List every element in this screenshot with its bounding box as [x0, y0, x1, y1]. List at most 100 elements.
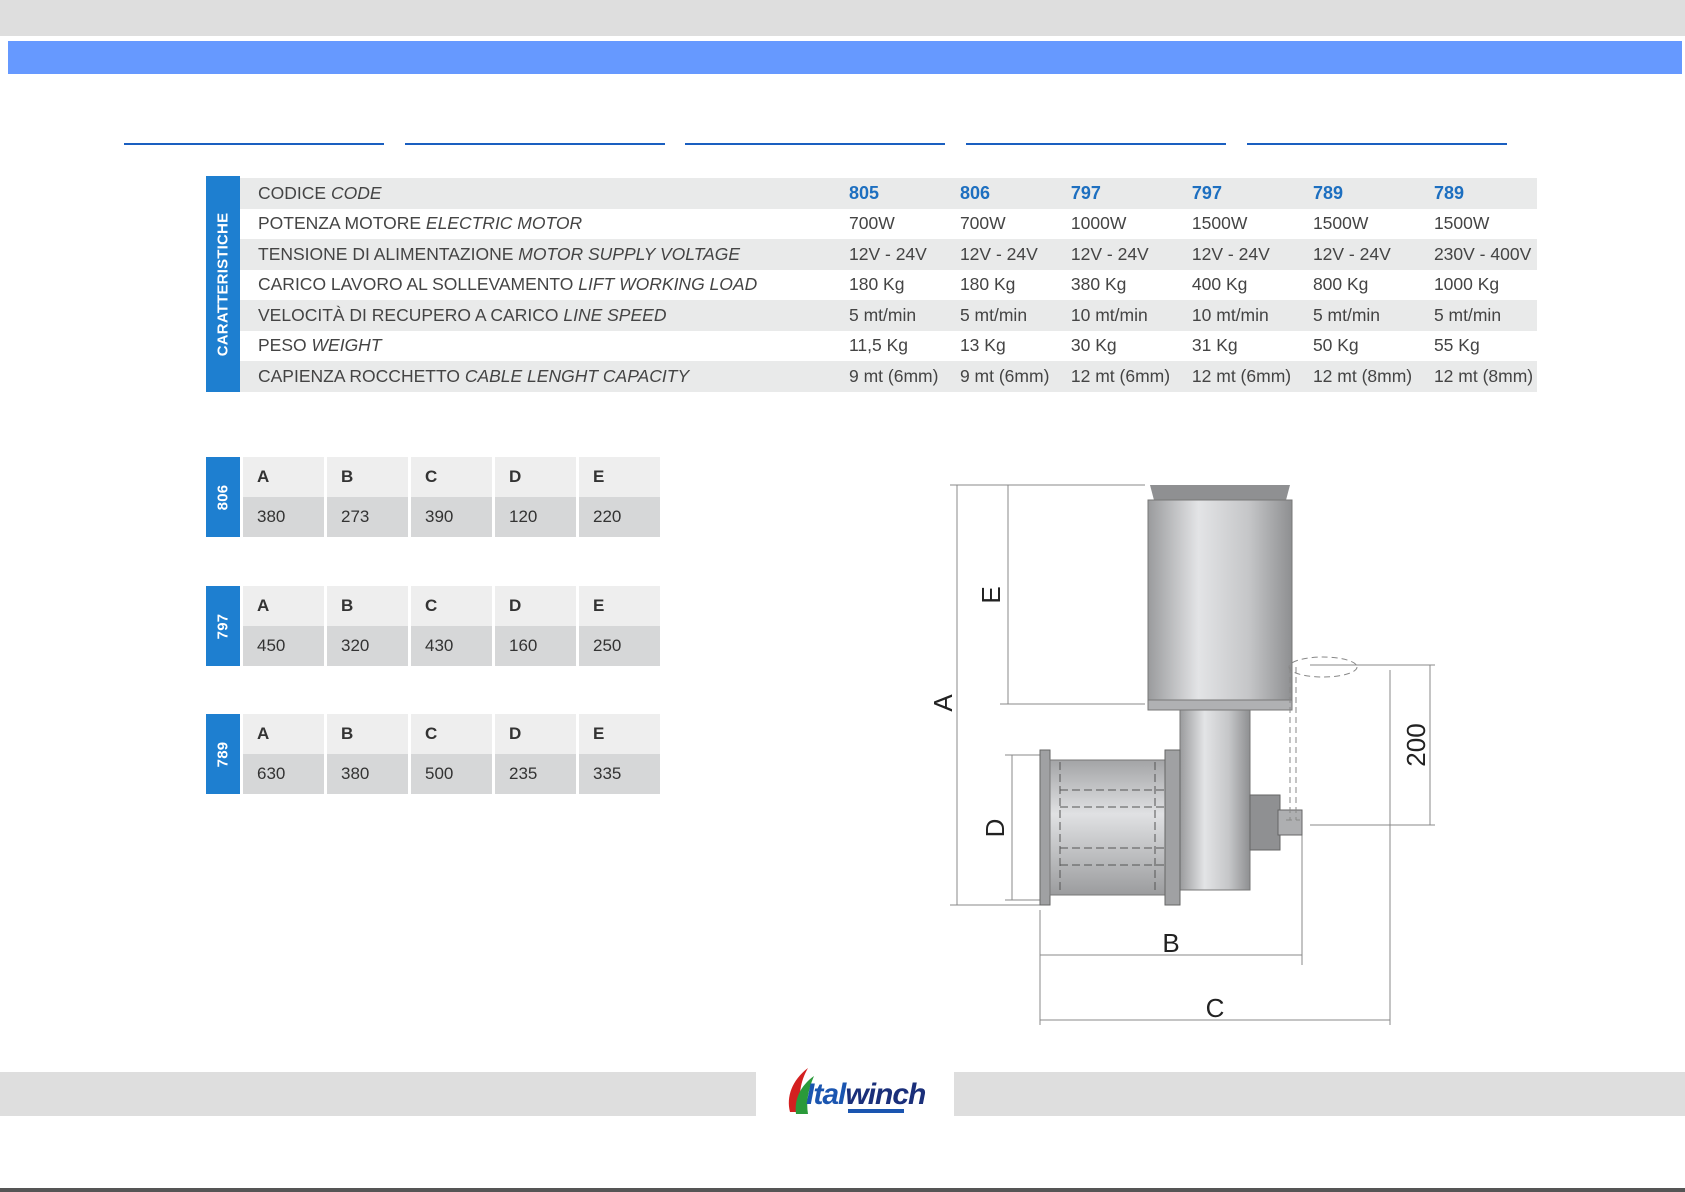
spec-row-label: VELOCITÀ DI RECUPERO A CARICO LINE SPEED	[240, 300, 831, 331]
spec-value-cell: 12 mt (6mm)	[1052, 361, 1174, 392]
dim-header-cell: B	[327, 586, 408, 626]
dim-table-model-label: 797	[206, 586, 240, 666]
dim-label-c: C	[1206, 993, 1225, 1023]
spec-code-cell: 797	[1052, 178, 1174, 209]
spec-label-en: LINE SPEED	[563, 304, 667, 325]
spec-value-cell: 10 mt/min	[1052, 300, 1174, 331]
dim-value-cell: 380	[243, 497, 324, 537]
dim-header-row: ABCDE	[243, 586, 660, 626]
footer-left-bar	[0, 1072, 756, 1116]
gearbox-column	[1179, 709, 1251, 891]
dim-header-cell: E	[579, 586, 660, 626]
tab-underline-1[interactable]	[124, 143, 384, 145]
dim-value-cell: 380	[327, 754, 408, 794]
dim-header-cell: E	[579, 714, 660, 754]
spec-value-cell: 55 Kg	[1415, 330, 1537, 361]
spec-value-cell: 1500W	[1415, 208, 1537, 239]
spec-row: CARICO LAVORO AL SOLLEVAMENTO LIFT WORKI…	[240, 269, 1537, 300]
spec-row: TENSIONE DI ALIMENTAZIONE MOTOR SUPPLY V…	[240, 239, 1537, 270]
spec-side-label-text: CARATTERISTICHE	[214, 212, 232, 356]
spec-side-label: CARATTERISTICHE	[206, 176, 240, 392]
spec-value-cell: 1500W	[1173, 208, 1295, 239]
dim-value-cell: 450	[243, 626, 324, 666]
tab-underline-3[interactable]	[685, 143, 945, 145]
spec-value-cell: 9 mt (6mm)	[831, 361, 942, 392]
spec-value-cell: 1500W	[1294, 208, 1416, 239]
spec-code-cell: 805	[831, 178, 942, 209]
output-shaft	[1277, 809, 1303, 836]
spec-value-cell: 800 Kg	[1294, 269, 1416, 300]
spec-label-it: POTENZA MOTORE	[258, 213, 422, 234]
spec-row: POTENZA MOTORE ELECTRIC MOTOR 700W 700W 100…	[240, 208, 1537, 239]
dim-value-cell: 220	[579, 497, 660, 537]
dim-header-cell: A	[243, 586, 324, 626]
spec-value-cell: 380 Kg	[1052, 269, 1174, 300]
spec-label-it: CAPIENZA ROCCHETTO	[258, 365, 460, 386]
spec-row: PESO WEIGHT 11,5 Kg 13 Kg 30 Kg 31 Kg 50 Kg 55…	[240, 330, 1537, 361]
spec-code-cell: 806	[941, 178, 1053, 209]
dim-header-cell: E	[579, 457, 660, 497]
spec-value-cell: 31 Kg	[1173, 330, 1295, 361]
spec-value-cell: 12V - 24V	[1294, 239, 1416, 270]
dim-header-cell: A	[243, 714, 324, 754]
dim-header-cell: C	[411, 586, 492, 626]
dim-value-cell: 500	[411, 754, 492, 794]
motor-body	[1147, 485, 1293, 711]
spec-value-cell: 12V - 24V	[1052, 239, 1174, 270]
dim-value-row: 450 320 430 160 250	[243, 626, 660, 666]
spec-value-cell: 700W	[831, 208, 942, 239]
header-band	[8, 41, 1682, 74]
spec-value-cell: 5 mt/min	[831, 300, 942, 331]
spec-value-cell: 700W	[941, 208, 1053, 239]
spec-value-cell: 230V - 400V	[1415, 239, 1537, 270]
spec-label-en: CODE	[330, 182, 382, 203]
dim-header-cell: A	[243, 457, 324, 497]
tab-underline-4[interactable]	[966, 143, 1226, 145]
dim-value-cell: 320	[327, 626, 408, 666]
dim-header-cell: D	[495, 586, 576, 626]
spec-value-cell: 50 Kg	[1294, 330, 1416, 361]
spec-value-cell: 12 mt (8mm)	[1415, 361, 1537, 392]
spec-row: CODICE CODE 805 806 797 797 789 789	[240, 178, 1537, 209]
tab-underline-5[interactable]	[1247, 143, 1507, 145]
dim-value-cell: 335	[579, 754, 660, 794]
spec-code-cell: 789	[1294, 178, 1416, 209]
spec-row-label: CARICO LAVORO AL SOLLEVAMENTO LIFT WORKI…	[240, 269, 831, 300]
dim-value-cell: 273	[327, 497, 408, 537]
spec-row-label: TENSIONE DI ALIMENTAZIONE MOTOR SUPPLY V…	[240, 239, 831, 270]
dim-label-height: 200	[1401, 723, 1431, 766]
logo-underline	[848, 1109, 904, 1113]
footer-right-bar	[954, 1072, 1685, 1116]
spec-row-label: PESO WEIGHT	[240, 330, 831, 361]
spec-code-cell: 789	[1415, 178, 1537, 209]
spec-value-cell: 10 mt/min	[1173, 300, 1295, 331]
dim-header-cell: D	[495, 457, 576, 497]
dim-label-a: A	[928, 694, 958, 712]
spec-value-cell: 12 mt (6mm)	[1173, 361, 1295, 392]
spec-value-cell: 13 Kg	[941, 330, 1053, 361]
dim-value-cell: 250	[579, 626, 660, 666]
dim-header-cell: D	[495, 714, 576, 754]
tab-underline-2[interactable]	[405, 143, 665, 145]
spec-label-en: MOTOR SUPPLY VOLTAGE	[518, 243, 741, 264]
winch-technical-drawing: A E D B C 200	[928, 484, 1435, 1025]
dim-value-row: 380 273 390 120 220	[243, 497, 660, 537]
spec-label-en: ELECTRIC MOTOR	[425, 213, 583, 234]
dim-header-row: ABCDE	[243, 457, 660, 497]
spec-row: CAPIENZA ROCCHETTO CABLE LENGHT CAPACITY…	[240, 361, 1537, 392]
dim-value-cell: 120	[495, 497, 576, 537]
spec-value-cell: 12 mt (8mm)	[1294, 361, 1416, 392]
spec-label-it: CARICO LAVORO AL SOLLEVAMENTO	[258, 274, 574, 295]
spec-value-cell: 1000W	[1052, 208, 1174, 239]
spec-row-label: POTENZA MOTORE ELECTRIC MOTOR	[240, 208, 831, 239]
dim-table-model-text: 789	[214, 741, 232, 767]
spec-value-cell: 5 mt/min	[1415, 300, 1537, 331]
spec-value-cell: 1000 Kg	[1415, 269, 1537, 300]
dim-label-b: B	[1162, 928, 1179, 958]
italwinch-logo[interactable]: Italwinch	[776, 1062, 926, 1122]
spec-value-cell: 9 mt (6mm)	[941, 361, 1053, 392]
dim-value-row: 630 380 500 235 335	[243, 754, 660, 794]
dimension-table: A B C D E 450 320 430 160 250	[240, 586, 663, 666]
spec-row-label: CAPIENZA ROCCHETTO CABLE LENGHT CAPACITY	[240, 361, 831, 392]
spec-table: CODICE CODE 805 806 797 797 789 789 POTENZA MOT…	[240, 178, 1537, 392]
